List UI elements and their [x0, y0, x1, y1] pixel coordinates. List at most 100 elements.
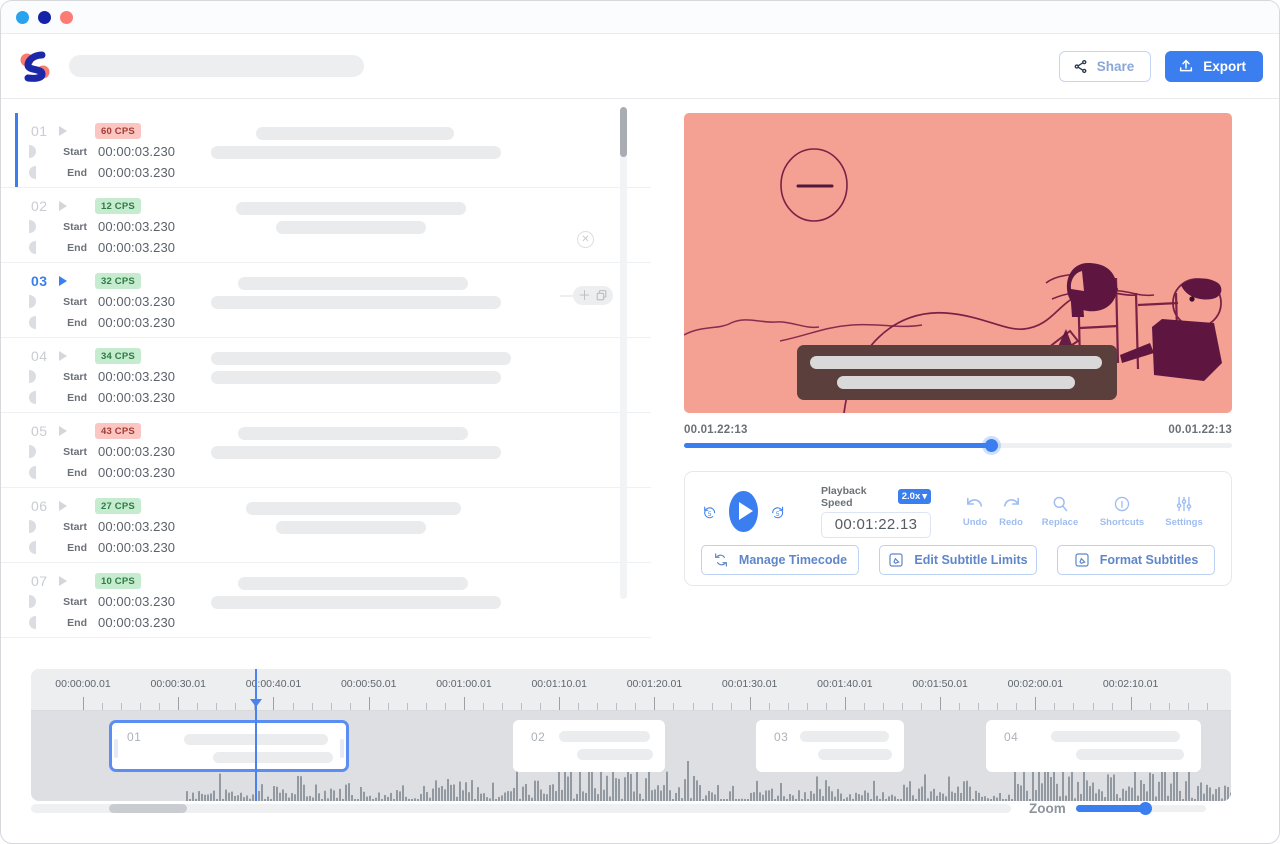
ruler-tick-minor	[1016, 703, 1017, 710]
subtitle-index: 06	[31, 498, 57, 514]
window-maximize-button[interactable]	[38, 11, 51, 24]
start-time-value[interactable]: 00:00:03.230	[98, 444, 175, 459]
ruler-label: 00:01:10.01	[531, 678, 586, 690]
clip-resize-handle-right[interactable]	[340, 739, 344, 758]
end-time-value[interactable]: 00:00:03.230	[98, 540, 175, 555]
subtitle-text-line	[211, 146, 501, 159]
export-button[interactable]: Export	[1165, 51, 1263, 82]
project-title-input[interactable]	[69, 55, 364, 77]
window-close-button[interactable]	[60, 11, 73, 24]
subtitle-index: 03	[31, 273, 57, 289]
redo-button[interactable]: Redo	[993, 495, 1029, 528]
subtitle-list-scrollbar[interactable]	[620, 107, 627, 599]
ruler-tick-minor	[883, 703, 884, 710]
start-time-value[interactable]: 00:00:03.230	[98, 594, 175, 609]
playback-speed-label: Playback Speed	[821, 485, 892, 509]
start-time-value[interactable]: 00:00:03.230	[98, 294, 175, 309]
playback-progress-bar[interactable]	[684, 443, 1232, 448]
play-subtitle-icon[interactable]	[59, 576, 67, 586]
ruler-tick-minor	[197, 703, 198, 710]
ruler-tick-minor	[1169, 703, 1170, 710]
undo-button[interactable]: Undo	[957, 495, 993, 528]
ruler-tick-minor	[921, 703, 922, 710]
replace-button[interactable]: Replace	[1029, 495, 1091, 528]
ruler-tick-minor	[731, 703, 732, 710]
edit-subtitle-limits-button[interactable]: Edit Subtitle Limits	[879, 545, 1037, 575]
playback-speed-select[interactable]: 2.0x ▾	[898, 489, 931, 504]
timeline-panel[interactable]: 00:00:00.0100:00:30.0100:00:40.0100:00:5…	[31, 669, 1231, 801]
subtitle-row[interactable]: 04 34 CPS Start 00:00:03.230 End 00:00:0…	[1, 338, 651, 413]
ruler-tick-minor	[235, 703, 236, 710]
timeline-hscrollbar[interactable]	[31, 804, 1011, 813]
format-subtitles-button[interactable]: Format Subtitles	[1057, 545, 1215, 575]
ruler-label: 00:01:00.01	[436, 678, 491, 690]
redo-icon	[1000, 495, 1022, 513]
ruler-tick-major	[1131, 697, 1132, 710]
play-subtitle-icon[interactable]	[59, 351, 67, 361]
start-time-value[interactable]: 00:00:03.230	[98, 219, 175, 234]
add-subtitle-button[interactable]: ＋	[578, 289, 591, 302]
play-subtitle-icon[interactable]	[59, 426, 67, 436]
end-time-value[interactable]: 00:00:03.230	[98, 615, 175, 630]
play-subtitle-icon[interactable]	[59, 501, 67, 511]
ruler-tick-major	[178, 697, 179, 710]
play-subtitle-icon[interactable]	[59, 276, 67, 286]
subtitle-row[interactable]: 06 27 CPS Start 00:00:03.230 End 00:00:0…	[1, 488, 651, 563]
end-time-value[interactable]: 00:00:03.230	[98, 465, 175, 480]
delete-subtitle-button[interactable]: ✕	[577, 231, 594, 248]
scrollbar-thumb[interactable]	[620, 107, 627, 157]
subtitle-row[interactable]: 03 32 CPS Start 00:00:03.230 End 00:00:0…	[1, 263, 651, 338]
hscrollbar-thumb[interactable]	[109, 804, 187, 813]
play-button[interactable]	[729, 491, 757, 532]
clip-resize-handle-left[interactable]	[114, 739, 118, 758]
subtitle-row[interactable]: 05 43 CPS Start 00:00:03.230 End 00:00:0…	[1, 413, 651, 488]
start-time-value[interactable]: 00:00:03.230	[98, 519, 175, 534]
timeline-clip[interactable]: 03	[756, 720, 904, 772]
timeline-playhead[interactable]	[255, 669, 257, 801]
end-label: End	[45, 467, 87, 479]
ruler-tick-minor	[1054, 703, 1055, 710]
ruler-tick-minor	[1073, 703, 1074, 710]
ruler-tick-minor	[978, 703, 979, 710]
zoom-slider-handle[interactable]	[1139, 802, 1152, 815]
playhead-handle[interactable]	[250, 699, 262, 707]
subtitle-row[interactable]: 02 12 CPS Start 00:00:03.230 End 00:00:0…	[1, 188, 651, 263]
progress-handle[interactable]	[985, 439, 998, 452]
play-subtitle-icon[interactable]	[59, 126, 67, 136]
subtitle-row[interactable]: 07 10 CPS Start 00:00:03.230 End 00:00:0…	[1, 563, 651, 638]
subtitle-text-line	[236, 202, 466, 215]
duplicate-icon[interactable]	[595, 289, 608, 302]
undo-icon	[964, 495, 986, 513]
start-time-value[interactable]: 00:00:03.230	[98, 369, 175, 384]
ruler-tick-minor	[902, 703, 903, 710]
ruler-tick-minor	[1150, 703, 1151, 710]
end-time-value[interactable]: 00:00:03.230	[98, 165, 175, 180]
timecode-input[interactable]: 00:01:22.13	[821, 512, 931, 538]
end-time-value[interactable]: 00:00:03.230	[98, 240, 175, 255]
manage-timecode-button[interactable]: Manage Timecode	[701, 545, 859, 575]
sliders-icon	[1174, 495, 1194, 513]
timeline-clip[interactable]: 04	[986, 720, 1201, 772]
tool-icon-group: Undo Redo Replace	[957, 495, 1215, 528]
timeline-clip[interactable]: 01	[109, 720, 349, 772]
export-label: Export	[1203, 59, 1246, 74]
timeline-ruler[interactable]: 00:00:00.0100:00:30.0100:00:40.0100:00:5…	[31, 669, 1231, 711]
play-subtitle-icon[interactable]	[59, 201, 67, 211]
video-preview[interactable]	[684, 113, 1232, 413]
end-label: End	[45, 392, 87, 404]
zoom-slider[interactable]	[1076, 805, 1206, 812]
timeline-clip[interactable]: 02	[513, 720, 665, 772]
subtitle-list-panel: 01 60 CPS Start 00:00:03.230 End 00:00:0…	[1, 99, 651, 656]
end-time-value[interactable]: 00:00:03.230	[98, 390, 175, 405]
settings-button[interactable]: Settings	[1153, 495, 1215, 528]
subtitle-text-line	[276, 221, 426, 234]
start-time-value[interactable]: 00:00:03.230	[98, 144, 175, 159]
window-minimize-button[interactable]	[16, 11, 29, 24]
shortcuts-button[interactable]: Shortcuts	[1091, 495, 1153, 528]
share-button[interactable]: Share	[1059, 51, 1152, 82]
subtitle-row[interactable]: 01 60 CPS Start 00:00:03.230 End 00:00:0…	[1, 113, 651, 188]
ruler-tick-minor	[312, 703, 313, 710]
skip-forward-5-button[interactable]: 5	[769, 499, 786, 524]
skip-back-5-button[interactable]: 5	[701, 499, 718, 524]
end-time-value[interactable]: 00:00:03.230	[98, 315, 175, 330]
